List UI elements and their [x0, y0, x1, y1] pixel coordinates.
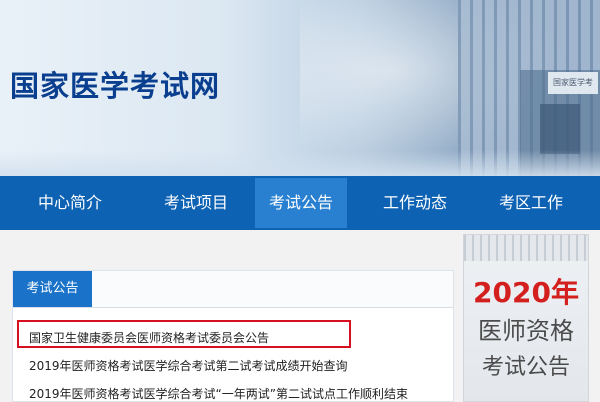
site-title[interactable]: 国家医学考试网 [10, 63, 220, 105]
nav-item-about[interactable]: 中心简介 [0, 176, 140, 230]
list-item[interactable]: 国家卫生健康委员会医师资格考试委员会公告 [29, 329, 269, 346]
nav-item-announcements[interactable]: 考试公告 [255, 178, 347, 228]
list-item[interactable]: 2019年医师资格考试医学综合考试第二试考试成绩开始查询 [29, 357, 348, 374]
banner-ground [0, 150, 600, 176]
promo-year: 2020年 [473, 276, 579, 309]
announcement-panel: 考试公告 国家卫生健康委员会医师资格考试委员会公告 2019年医师资格考试医学综… [12, 270, 454, 402]
tab-announcements[interactable]: 考试公告 [13, 271, 92, 307]
building-door [540, 104, 580, 154]
nav-item-news[interactable]: 工作动态 [358, 176, 472, 230]
promo-title-line1: 医师资格 [478, 317, 574, 345]
promo-title-line2: 考试公告 [481, 355, 570, 380]
list-item[interactable]: 2019年医师资格考试医学综合考试“一年两试”第二试试点工作顺利结束 [29, 385, 408, 402]
nav-item-exams[interactable]: 考试项目 [140, 176, 252, 230]
tab-bar: 考试公告 [13, 271, 453, 308]
promo-decoration [464, 235, 588, 261]
main-nav: 中心简介 考试项目 考试公告 工作动态 考区工作 [0, 176, 600, 230]
promo-banner[interactable]: 2020年 医师资格 考试公告 [463, 234, 589, 402]
nav-item-region-work[interactable]: 考区工作 [474, 176, 588, 230]
header-banner: 国家医学考 国家医学考试网 [0, 0, 600, 176]
building-sign: 国家医学考 [548, 72, 598, 94]
